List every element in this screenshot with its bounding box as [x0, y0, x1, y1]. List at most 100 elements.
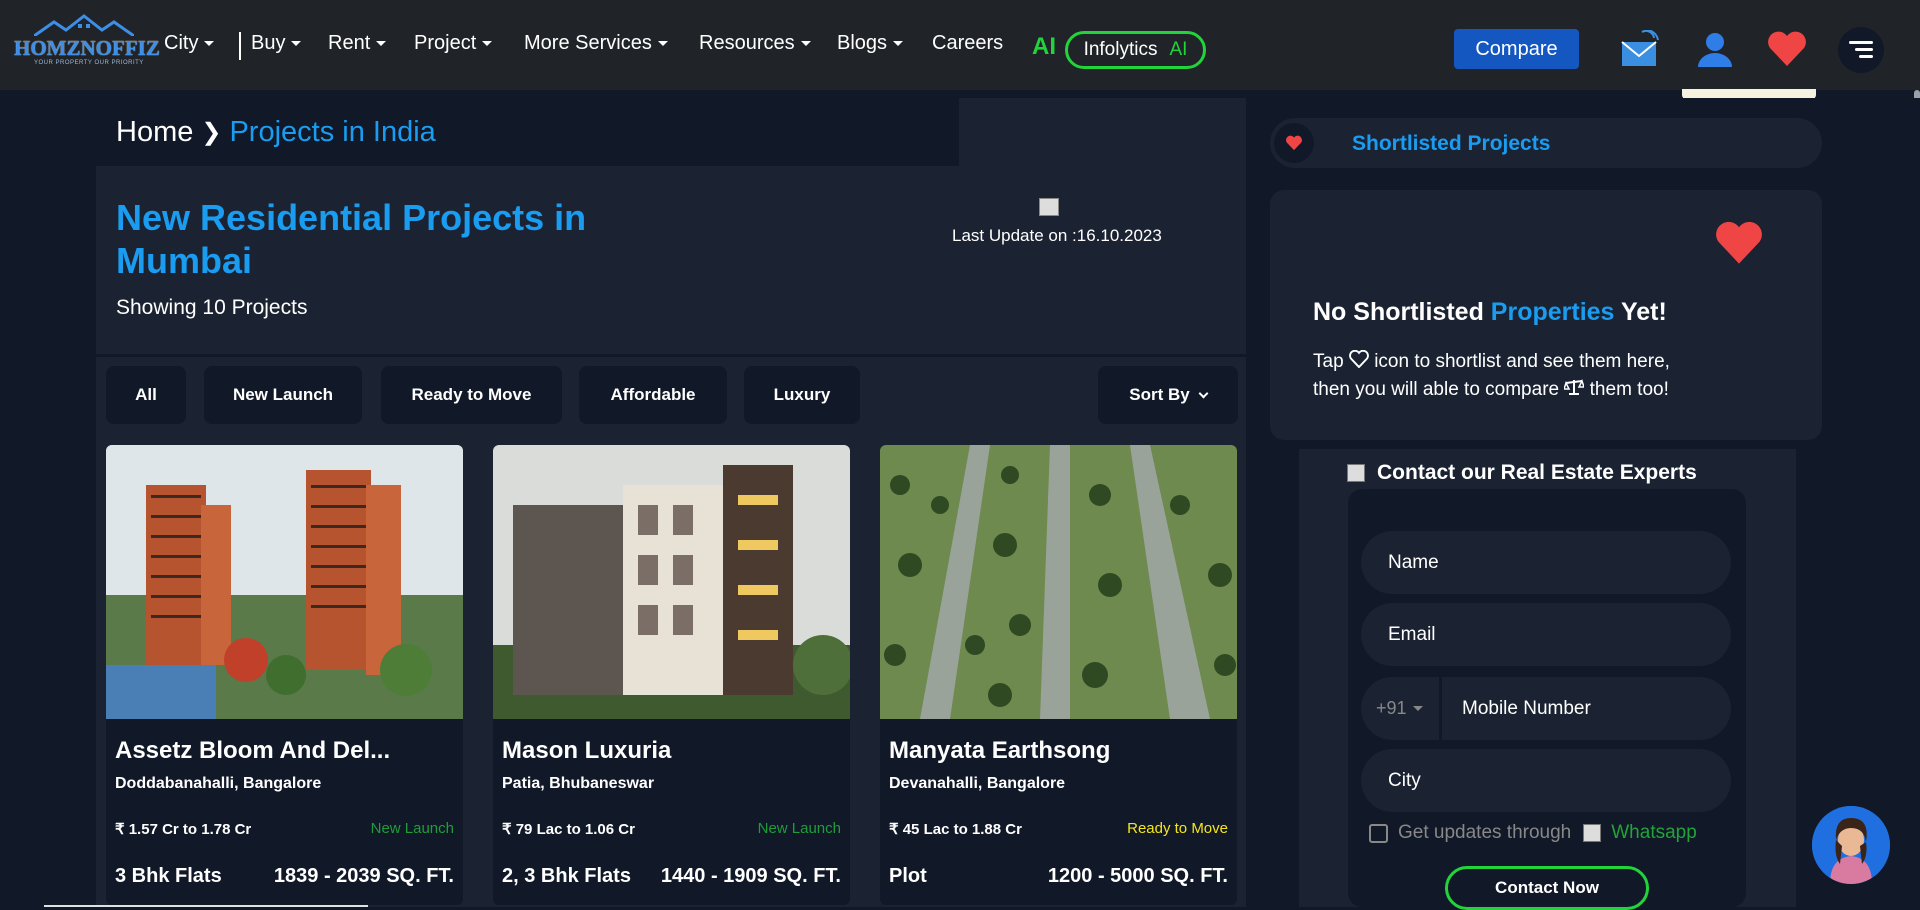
email-field[interactable]: Email: [1361, 603, 1731, 666]
empty-heading: No Shortlisted Properties Yet!: [1313, 298, 1667, 327]
chevron-right-icon: ❯: [201, 119, 222, 146]
shortlisted-projects-bar[interactable]: Shortlisted Projects: [1270, 118, 1822, 168]
site-logo[interactable]: HOMZNOFFIZ YOUR PROPERTY OUR PRIORITY: [14, 14, 160, 66]
project-card[interactable]: Assetz Bloom And Del... Doddabanahalli, …: [106, 445, 463, 905]
chevron-down-icon: [657, 41, 668, 46]
project-location: Doddabanahalli, Bangalore: [115, 775, 322, 792]
sidebar: Shortlisted Projects No Shortlisted Prop…: [1248, 98, 1920, 910]
empty-heading-post: Yet!: [1620, 298, 1667, 326]
empty-heading-pre: No Shortlisted: [1313, 298, 1484, 326]
nav-separator: [239, 32, 241, 60]
logo-text: HOMZNOFFIZ: [14, 36, 160, 60]
project-location: Devanahalli, Bangalore: [889, 775, 1066, 792]
contact-now-button[interactable]: Contact Now: [1445, 866, 1649, 910]
main-content: Home ❯ Projects in India New Residential…: [96, 98, 1246, 907]
nav-blogs[interactable]: Blogs: [837, 32, 904, 55]
project-image: [493, 445, 850, 719]
project-image: [880, 445, 1237, 719]
project-image: [106, 445, 463, 719]
breadcrumb-home[interactable]: Home: [116, 116, 193, 149]
filter-all[interactable]: All: [106, 366, 186, 424]
chevron-down-icon: [204, 41, 215, 46]
empty-line2-post: them too!: [1589, 379, 1669, 400]
nav-careers[interactable]: Careers: [932, 32, 1003, 55]
menu-icon[interactable]: [1838, 27, 1884, 73]
empty-description: Tap icon to shortlist and see them here,…: [1313, 348, 1813, 404]
project-price: ₹ 79 Lac to 1.06 Cr: [502, 821, 635, 838]
mail-icon[interactable]: [1616, 26, 1662, 72]
empty-line2-pre: then you will able to compare: [1313, 379, 1560, 400]
filter-ready-to-move[interactable]: Ready to Move: [381, 366, 562, 424]
nav-project[interactable]: Project: [414, 32, 493, 55]
updates-text: Get updates through: [1398, 822, 1572, 843]
project-status: New Launch: [370, 820, 454, 837]
chevron-down-icon: [800, 41, 811, 46]
contact-title: Contact our Real Estate Experts: [1347, 461, 1697, 485]
country-code-value: +91: [1376, 698, 1407, 718]
chevron-down-icon: [291, 41, 302, 46]
city-field[interactable]: City: [1361, 749, 1731, 812]
heart-icon[interactable]: [1764, 26, 1810, 72]
country-code-select[interactable]: +91: [1361, 677, 1439, 740]
nav-resources[interactable]: Resources: [699, 32, 811, 55]
chat-assistant-avatar[interactable]: [1812, 806, 1890, 884]
contact-section: Contact our Real Estate Experts Name Ema…: [1299, 449, 1796, 910]
whatsapp-checkbox[interactable]: [1369, 823, 1388, 843]
mobile-field[interactable]: Mobile Number: [1442, 677, 1731, 740]
project-name[interactable]: Mason Luxuria: [502, 737, 671, 765]
nav-city-label: City: [164, 32, 199, 54]
sort-dropdown[interactable]: Sort By: [1098, 366, 1238, 424]
breadcrumb: Home ❯ Projects in India: [96, 98, 959, 166]
project-card[interactable]: Manyata Earthsong Devanahalli, Bangalore…: [880, 445, 1237, 905]
filter-luxury[interactable]: Luxury: [744, 366, 860, 424]
ai-sparkle-icon[interactable]: AI: [1032, 33, 1056, 61]
nav-rent-label: Rent: [328, 32, 371, 54]
contact-form: Name Email +91 Mobile Number City Get up…: [1348, 489, 1746, 910]
update-image-placeholder: [1039, 198, 1059, 216]
infolytics-button[interactable]: Infolytics AI: [1065, 31, 1206, 69]
project-status: Ready to Move: [1127, 820, 1228, 837]
heart-outline-icon: [1349, 349, 1369, 369]
section-divider: [96, 354, 1246, 357]
heart-icon: [1274, 123, 1314, 163]
empty-line1-pre: Tap: [1313, 351, 1344, 372]
project-name[interactable]: Assetz Bloom And Del...: [115, 737, 390, 765]
nav-buy[interactable]: Buy: [251, 32, 302, 55]
chevron-down-icon: [1198, 388, 1209, 398]
project-type: 2, 3 Bhk Flats: [502, 865, 631, 887]
nav-project-label: Project: [414, 32, 477, 54]
project-price: ₹ 1.57 Cr to 1.78 Cr: [115, 821, 252, 838]
nav-buy-label: Buy: [251, 32, 286, 54]
nav-careers-label: Careers: [932, 32, 1004, 54]
whatsapp-updates-row: Get updates through Whatsapp: [1369, 822, 1697, 844]
chevron-down-icon: [376, 41, 387, 46]
nav-city[interactable]: City: [164, 32, 215, 55]
filter-affordable[interactable]: Affordable: [579, 366, 727, 424]
project-price: ₹ 45 Lac to 1.88 Cr: [889, 821, 1022, 838]
name-field[interactable]: Name: [1361, 531, 1731, 594]
whatsapp-icon: [1583, 824, 1602, 842]
nav-more-services[interactable]: More Services: [524, 32, 668, 55]
shortlisted-title: Shortlisted Projects: [1352, 132, 1551, 155]
chevron-down-icon: [1412, 706, 1423, 711]
project-card[interactable]: Mason Luxuria Patia, Bhubaneswar ₹ 79 La…: [493, 445, 850, 905]
logo-tagline: YOUR PROPERTY OUR PRIORITY: [34, 60, 144, 66]
whatsapp-label: Whatsapp: [1611, 822, 1697, 843]
heart-icon: [1716, 221, 1762, 264]
user-icon[interactable]: [1692, 26, 1738, 72]
breadcrumb-current[interactable]: Projects in India: [229, 116, 435, 149]
compare-scale-icon: [1563, 379, 1586, 395]
shortlist-empty-state: No Shortlisted Properties Yet! Tap icon …: [1270, 190, 1822, 440]
project-area: 1440 - 1909 SQ. FT.: [660, 865, 841, 887]
empty-line1-post: icon to shortlist and see them here,: [1374, 351, 1670, 372]
project-name[interactable]: Manyata Earthsong: [889, 737, 1110, 765]
logo-roof-icon: [34, 14, 134, 36]
contact-title-text: Contact our Real Estate Experts: [1377, 461, 1697, 484]
top-navbar: HOMZNOFFIZ YOUR PROPERTY OUR PRIORITY Ci…: [0, 0, 1920, 90]
compare-button[interactable]: Compare: [1454, 29, 1579, 69]
filter-new-launch[interactable]: New Launch: [204, 366, 362, 424]
infolytics-label: Infolytics: [1083, 39, 1158, 60]
project-type: 3 Bhk Flats: [115, 865, 222, 887]
infolytics-ai-label: AI: [1169, 39, 1188, 60]
nav-rent[interactable]: Rent: [328, 32, 387, 55]
